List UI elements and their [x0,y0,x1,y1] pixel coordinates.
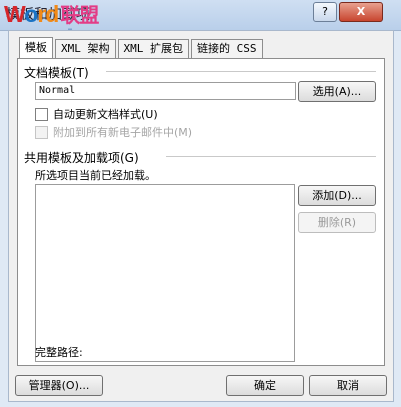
section-divider [106,71,376,72]
auto-update-checkbox[interactable] [35,107,48,121]
global-templates-label: 共用模板及加载项(G) [24,151,139,165]
tab-xml-schema[interactable]: XML 架构 [55,39,116,58]
load-status-text: 所选项目当前已经加载。 [35,169,156,182]
tab-xml-expansion-packs[interactable]: XML 扩展包 [117,39,189,58]
watermark-logo: Word 联盟 [4,1,99,27]
close-button[interactable]: X [339,2,383,22]
auto-update-label: 自动更新文档样式(U) [53,108,158,121]
organizer-button[interactable]: 管理器(O)... [15,375,103,396]
document-template-label: 文档模板(T) [24,66,89,80]
attach-button[interactable]: 选用(A)... [298,81,376,102]
remove-button: 删除(R) [298,212,376,233]
cancel-button[interactable]: 取消 [309,375,387,396]
attach-email-label: 附加到所有新电子邮件中(M) [53,126,193,139]
help-button[interactable]: ? [313,2,337,22]
templates-panel: 文档模板(T) Normal 选用(A)... 自动更新文档样式(U) 附加到所… [17,58,385,366]
section-divider [166,156,376,157]
dialog-body: 模板 XML 架构 XML 扩展包 链接的 CSS 文档模板(T) Normal… [8,30,394,402]
title-bar: 模板和加载项 Word联盟 www.wordlm.com ? X [0,0,401,37]
add-button[interactable]: 添加(D)... [298,185,376,206]
document-template-input[interactable]: Normal [35,82,296,100]
addins-listbox[interactable] [35,184,295,362]
ok-button[interactable]: 确定 [226,375,304,396]
tab-linked-css[interactable]: 链接的 CSS [191,39,263,58]
attach-email-row: 附加到所有新电子邮件中(M) [35,125,192,139]
attach-email-checkbox [35,125,48,139]
full-path-label: 完整路径: [35,346,83,359]
tab-strip: 模板 XML 架构 XML 扩展包 链接的 CSS [19,37,265,59]
auto-update-row[interactable]: 自动更新文档样式(U) [35,107,158,121]
tab-templates[interactable]: 模板 [19,37,53,58]
